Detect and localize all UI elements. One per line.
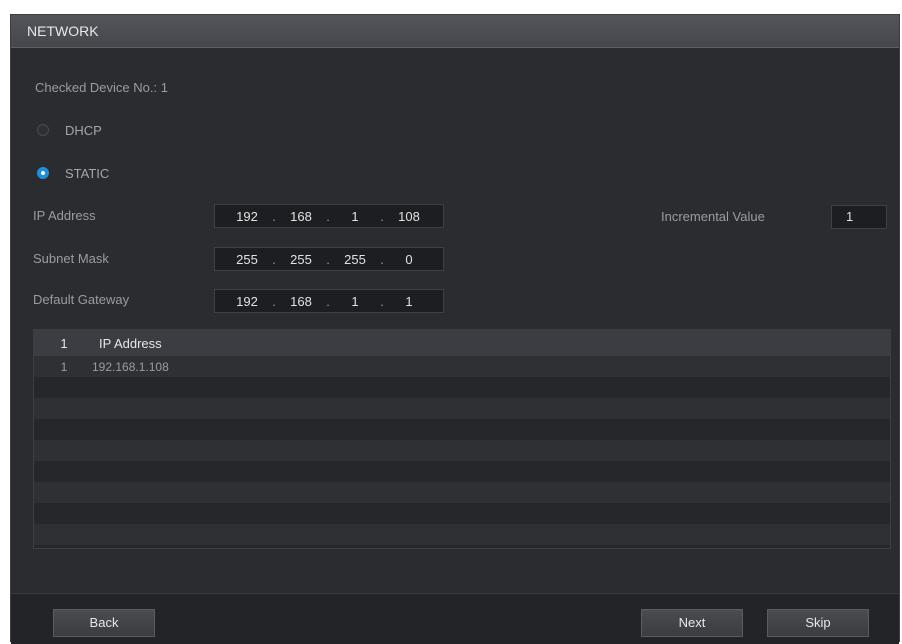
default-gateway-label: Default Gateway [33, 292, 130, 307]
subnet-octet-1[interactable]: 255 [223, 252, 271, 267]
table-row-empty [34, 398, 890, 419]
table-cell-index: 1 [60, 359, 68, 374]
ip-octet-1[interactable]: 192 [223, 209, 271, 224]
checked-device-label: Checked Device No.: 1 [35, 80, 168, 95]
static-label: STATIC [65, 165, 110, 181]
table-row-empty [34, 482, 890, 503]
table-row-empty [34, 419, 890, 440]
table-row-empty [34, 440, 890, 461]
incremental-value-label: Incremental Value [661, 209, 765, 224]
network-window: NETWORK Checked Device No.: 1 DHCP STATI… [10, 14, 900, 644]
table-cell-ip-address: 192.168.1.108 [92, 359, 169, 374]
table-row[interactable]: 1 192.168.1.108 [34, 356, 890, 377]
table-row-empty [34, 461, 890, 482]
ip-address-field[interactable]: 192 . 168 . 1 . 108 [214, 204, 444, 228]
subnet-mask-label: Subnet Mask [33, 251, 109, 266]
default-gateway-field[interactable]: 192 . 168 . 1 . 1 [214, 289, 444, 313]
skip-button[interactable]: Skip [767, 609, 869, 637]
dhcp-label: DHCP [65, 122, 102, 138]
table-row-empty [34, 377, 890, 398]
ip-address-label: IP Address [33, 208, 96, 223]
dhcp-radio[interactable] [37, 124, 49, 136]
gateway-octet-2[interactable]: 168 [277, 294, 325, 309]
dhcp-option[interactable]: DHCP [37, 121, 102, 139]
back-button[interactable]: Back [53, 609, 155, 637]
subnet-octet-2[interactable]: 255 [277, 252, 325, 267]
ip-octet-2[interactable]: 168 [277, 209, 325, 224]
subnet-mask-field[interactable]: 255 . 255 . 255 . 0 [214, 247, 444, 271]
gateway-octet-3[interactable]: 1 [331, 294, 379, 309]
subnet-octet-3[interactable]: 255 [331, 252, 379, 267]
column-header-ip-address: IP Address [99, 335, 162, 351]
table-row-empty [34, 503, 890, 524]
ip-address-table: 1 IP Address 1 192.168.1.108 [33, 329, 891, 549]
incremental-value-input[interactable]: 1 [831, 205, 887, 229]
static-radio[interactable] [37, 167, 49, 179]
next-button[interactable]: Next [641, 609, 743, 637]
ip-octet-3[interactable]: 1 [331, 209, 379, 224]
table-row-empty [34, 524, 890, 545]
window-title: NETWORK [27, 23, 99, 39]
title-bar: NETWORK [11, 15, 899, 48]
gateway-octet-1[interactable]: 192 [223, 294, 271, 309]
ip-octet-4[interactable]: 108 [385, 209, 433, 224]
column-header-index: 1 [60, 335, 68, 351]
static-option[interactable]: STATIC [37, 164, 109, 182]
gateway-octet-4[interactable]: 1 [385, 294, 433, 309]
subnet-octet-4[interactable]: 0 [385, 252, 433, 267]
table-header: 1 IP Address [34, 330, 890, 356]
